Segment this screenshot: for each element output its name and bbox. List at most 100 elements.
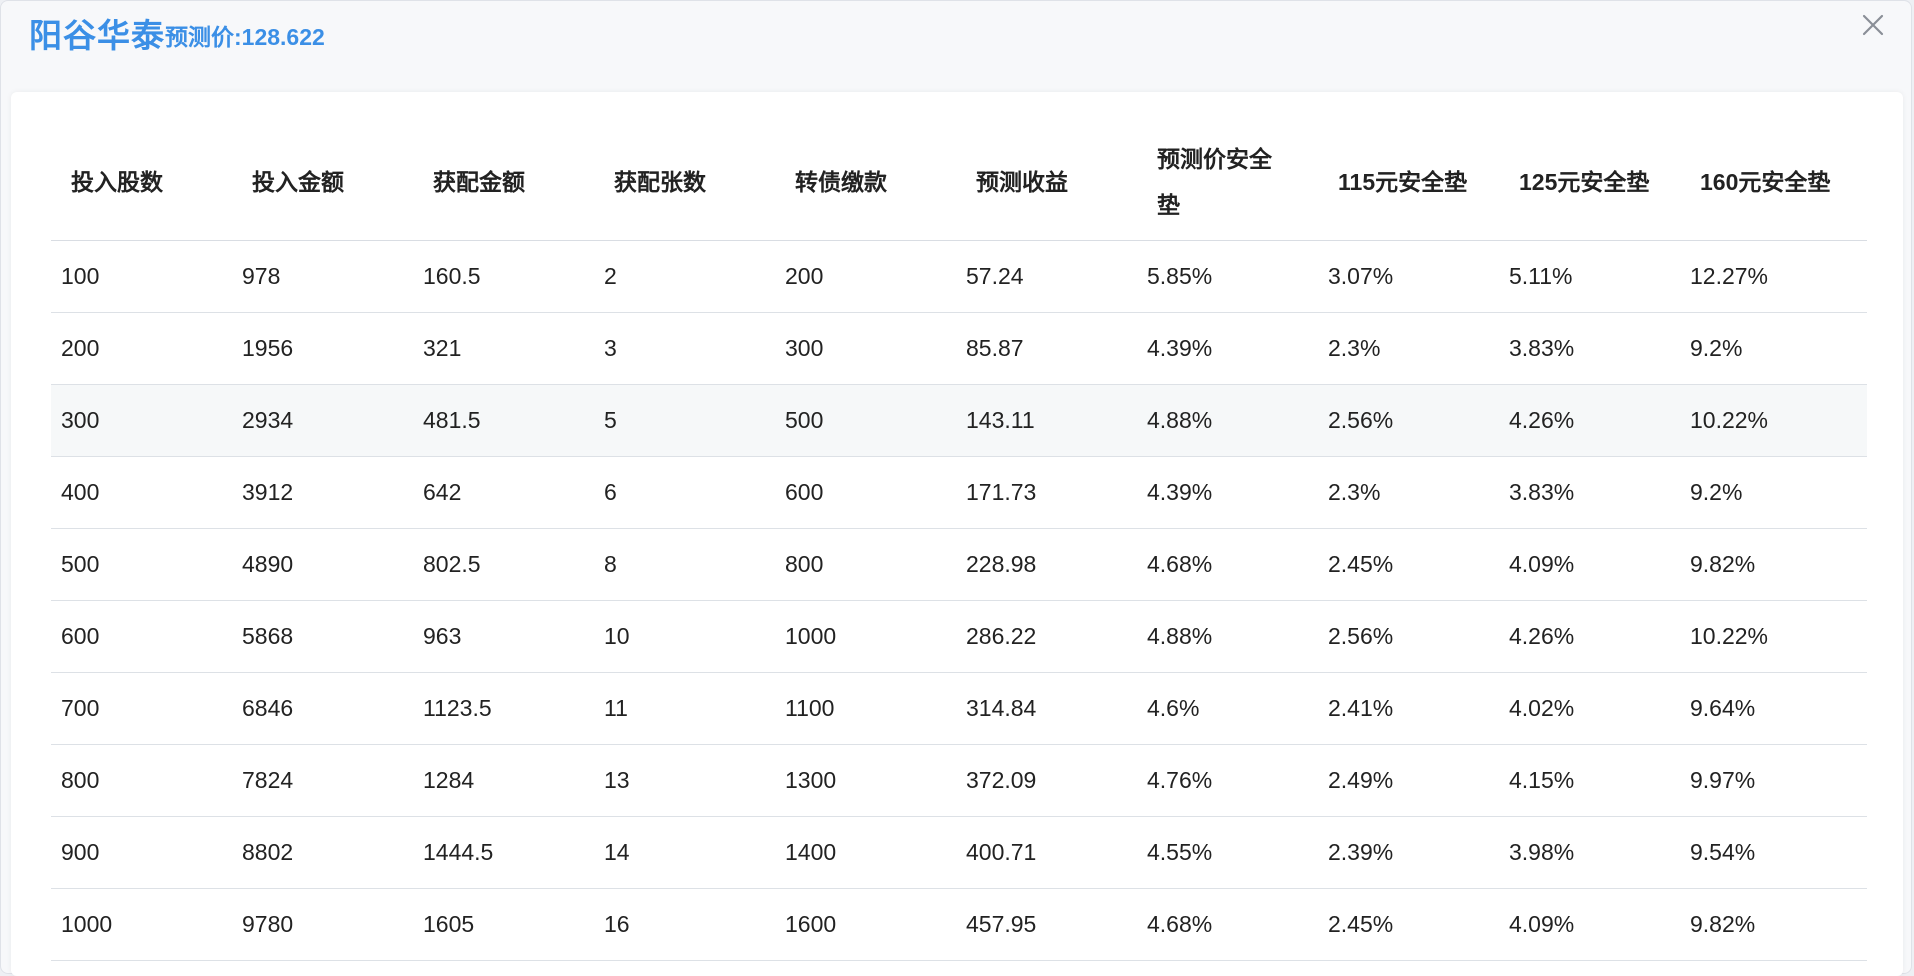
dialog: 阳谷华泰 预测价:128.622 投入股数 投入金额 获配金额 获配张数 转债缴款 预测收… (0, 0, 1912, 976)
column-header: 预测价安全垫 (1137, 124, 1318, 241)
close-icon[interactable] (1859, 11, 1887, 39)
table-cell: 14 (594, 816, 775, 889)
table-cell: 160.5 (413, 240, 594, 313)
table-cell: 300 (775, 312, 956, 385)
table-cell: 2.39% (1318, 816, 1499, 889)
table-cell: 4.39% (1137, 312, 1318, 385)
table-cell: 700 (51, 672, 232, 745)
table-cell: 2.3% (1318, 456, 1499, 529)
table-cell: 2.45% (1318, 528, 1499, 601)
table-cell: 5.11% (1499, 240, 1680, 313)
table-cell: 1600 (775, 888, 956, 961)
table-cell: 2.41% (1318, 672, 1499, 745)
table-row: 100 978 160.5 2 200 57.24 5.85% 3.07% 5.11% 12.27… (51, 240, 1867, 313)
table-cell: 4.68% (1137, 888, 1318, 961)
table-cell: 321 (413, 312, 594, 385)
dialog-title: 阳谷华泰 (29, 17, 165, 54)
table-cell: 4.02% (1499, 672, 1680, 745)
table-cell: 4.26% (1499, 384, 1680, 457)
table-cell: 200 (775, 240, 956, 313)
allocation-table: 投入股数 投入金额 获配金额 获配张数 转债缴款 预测收益 预测价安全垫 115元安全垫 125… (51, 124, 1867, 961)
table-cell: 400.71 (956, 816, 1137, 889)
table-card: 投入股数 投入金额 获配金额 获配张数 转债缴款 预测收益 预测价安全垫 115元安全垫 125… (11, 92, 1903, 976)
table-cell: 642 (413, 456, 594, 529)
table-cell: 4.09% (1499, 528, 1680, 601)
table-row: 900 8802 1444.5 14 1400 400.71 4.55% 2.39% 3.98%… (51, 816, 1867, 889)
table-cell: 2934 (232, 384, 413, 457)
table-row: 400 3912 642 6 600 171.73 4.39% 2.3% 3.83% 9.2% (51, 456, 1867, 529)
table-cell: 9.2% (1680, 312, 1867, 385)
table-cell: 1956 (232, 312, 413, 385)
table-cell: 3 (594, 312, 775, 385)
table-cell: 143.11 (956, 384, 1137, 457)
table-cell: 2.56% (1318, 384, 1499, 457)
table-cell: 13 (594, 744, 775, 817)
table-cell: 372.09 (956, 744, 1137, 817)
table-cell: 9.64% (1680, 672, 1867, 745)
table-cell: 200 (51, 312, 232, 385)
table-cell: 9780 (232, 888, 413, 961)
column-header: 115元安全垫 (1318, 124, 1499, 241)
table-cell: 3.83% (1499, 456, 1680, 529)
table-cell: 1123.5 (413, 672, 594, 745)
table-header-row: 投入股数 投入金额 获配金额 获配张数 转债缴款 预测收益 预测价安全垫 115元安全垫 125… (51, 124, 1867, 241)
table-cell: 1444.5 (413, 816, 594, 889)
table-cell: 1300 (775, 744, 956, 817)
table-cell: 5868 (232, 600, 413, 673)
table-cell: 6 (594, 456, 775, 529)
table-cell: 900 (51, 816, 232, 889)
table-cell: 9.97% (1680, 744, 1867, 817)
table-cell: 963 (413, 600, 594, 673)
column-header: 获配金额 (413, 124, 594, 241)
table-cell: 800 (51, 744, 232, 817)
table-cell: 286.22 (956, 600, 1137, 673)
table-row: 500 4890 802.5 8 800 228.98 4.68% 2.45% 4.09% 9.8… (51, 528, 1867, 601)
column-header: 160元安全垫 (1680, 124, 1867, 241)
table-cell: 9.54% (1680, 816, 1867, 889)
table-cell: 171.73 (956, 456, 1137, 529)
column-header: 获配张数 (594, 124, 775, 241)
table-cell: 400 (51, 456, 232, 529)
table-cell: 4.68% (1137, 528, 1318, 601)
column-header: 125元安全垫 (1499, 124, 1680, 241)
table-cell: 500 (775, 384, 956, 457)
table-cell: 57.24 (956, 240, 1137, 313)
table-cell: 8802 (232, 816, 413, 889)
predicted-price: 预测价:128.622 (165, 24, 325, 50)
table-cell: 4890 (232, 528, 413, 601)
table-cell: 1605 (413, 888, 594, 961)
table-cell: 4.76% (1137, 744, 1318, 817)
table-cell: 1000 (775, 600, 956, 673)
table-row: 800 7824 1284 13 1300 372.09 4.76% 2.49% 4.15% 9.… (51, 744, 1867, 817)
table-cell: 4.09% (1499, 888, 1680, 961)
table-cell: 9.82% (1680, 888, 1867, 961)
table-cell: 16 (594, 888, 775, 961)
table-cell: 300 (51, 384, 232, 457)
table-cell: 3.07% (1318, 240, 1499, 313)
table-cell: 1400 (775, 816, 956, 889)
table-body: 100 978 160.5 2 200 57.24 5.85% 3.07% 5.11% 12.27… (51, 240, 1867, 961)
table-cell: 802.5 (413, 528, 594, 601)
table-cell: 12.27% (1680, 240, 1867, 313)
table-cell: 85.87 (956, 312, 1137, 385)
column-header: 预测收益 (956, 124, 1137, 241)
table-cell: 2.49% (1318, 744, 1499, 817)
column-header: 转债缴款 (775, 124, 956, 241)
table-cell: 6846 (232, 672, 413, 745)
table-cell: 4.88% (1137, 600, 1318, 673)
table-cell: 3.98% (1499, 816, 1680, 889)
table-cell: 2.56% (1318, 600, 1499, 673)
table-cell: 11 (594, 672, 775, 745)
table-row: 1000 9780 1605 16 1600 457.95 4.68% 2.45% 4.09% 9… (51, 888, 1867, 961)
table-cell: 314.84 (956, 672, 1137, 745)
table-row: 200 1956 321 3 300 85.87 4.39% 2.3% 3.83% 9.2% (51, 312, 1867, 385)
table-cell: 10.22% (1680, 384, 1867, 457)
table-cell: 4.88% (1137, 384, 1318, 457)
table-cell: 10.22% (1680, 600, 1867, 673)
table-cell: 1284 (413, 744, 594, 817)
table-cell: 500 (51, 528, 232, 601)
table-cell: 3912 (232, 456, 413, 529)
table-cell: 100 (51, 240, 232, 313)
table-cell: 4.15% (1499, 744, 1680, 817)
table-cell: 800 (775, 528, 956, 601)
